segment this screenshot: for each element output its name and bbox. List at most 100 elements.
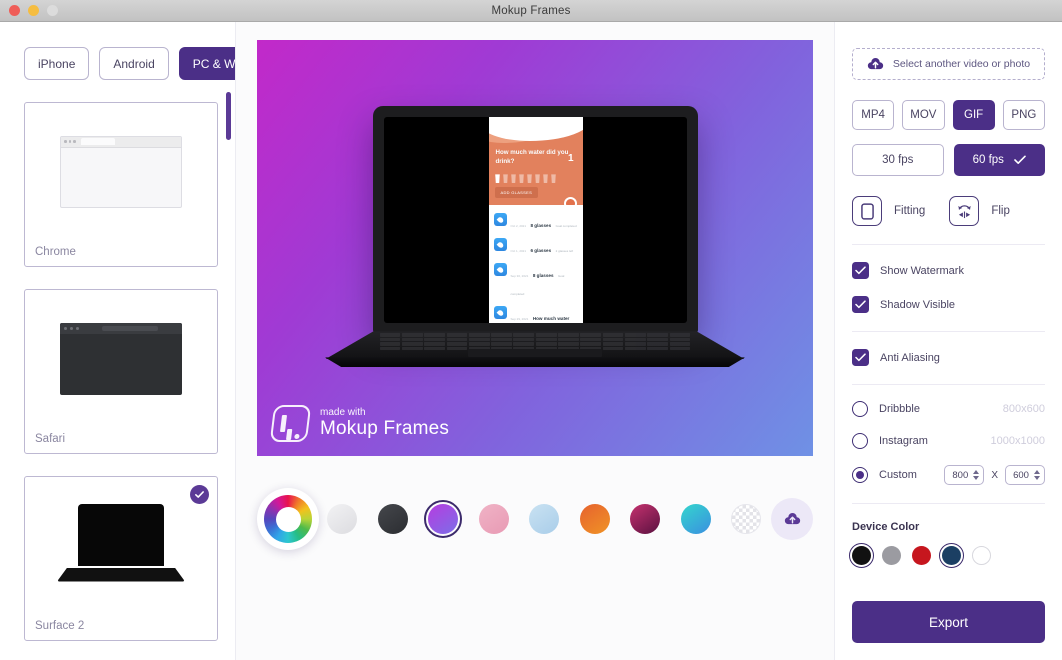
device-card-safari[interactable]: Safari bbox=[24, 289, 218, 454]
title-bar: Mokup Frames bbox=[0, 0, 1062, 22]
keyboard bbox=[379, 333, 691, 351]
device-color-silver[interactable] bbox=[882, 546, 901, 565]
checkbox-icon bbox=[852, 296, 869, 313]
list-item: Oct 1, 2021 6 glasses 2 glasses left bbox=[493, 238, 578, 257]
format-mov[interactable]: MOV bbox=[902, 100, 945, 130]
flip-button[interactable] bbox=[949, 196, 980, 226]
framerate-60[interactable]: 60 fps bbox=[953, 144, 1045, 176]
settings-panel: Select another video or photo MP4 MOV GI… bbox=[834, 22, 1062, 660]
laptop-base bbox=[325, 331, 745, 371]
device-label: Chrome bbox=[35, 246, 76, 258]
check-icon bbox=[1014, 155, 1026, 164]
swatch-maroon[interactable] bbox=[630, 504, 660, 534]
size-preset-dribbble[interactable]: Dribbble 800x600 bbox=[852, 401, 1045, 417]
tab-pc-web[interactable]: PC & Web bbox=[178, 47, 235, 80]
framerate-60-label: 60 fps bbox=[972, 154, 1004, 166]
preset-label: Dribbble bbox=[879, 403, 920, 415]
water-drop-icon bbox=[493, 238, 507, 252]
swatch-teal-blue[interactable] bbox=[680, 504, 711, 534]
select-media-dropzone[interactable]: Select another video or photo bbox=[852, 48, 1045, 80]
format-mp4[interactable]: MP4 bbox=[852, 100, 895, 130]
device-color-navy[interactable] bbox=[938, 542, 965, 569]
flip-label: Flip bbox=[991, 205, 1010, 217]
checkbox-show-watermark[interactable]: Show Watermark bbox=[852, 262, 1045, 279]
fitting-button[interactable] bbox=[852, 196, 882, 226]
list-item: Sep 29, 2021 How much water should you d… bbox=[493, 306, 578, 323]
entry-title: 6 glasses bbox=[530, 248, 552, 254]
surface-laptop-thumbnail bbox=[25, 477, 217, 614]
swatch-dark-grey[interactable] bbox=[377, 504, 408, 534]
entry-sub: Goal completed bbox=[555, 224, 577, 229]
flip-icon bbox=[957, 204, 971, 218]
app-hero: How much water did you drink? 1 ADD GLAS… bbox=[488, 117, 583, 206]
radio-icon bbox=[852, 433, 868, 449]
swatch-pink[interactable] bbox=[478, 504, 509, 534]
add-glasses-button: ADD GLASSES bbox=[494, 187, 539, 199]
device-color-red[interactable] bbox=[912, 546, 931, 565]
sidebar-scrollbar[interactable] bbox=[226, 92, 231, 140]
platform-tab-group: iPhone Android PC & Web bbox=[0, 22, 235, 80]
device-color-white[interactable] bbox=[972, 546, 991, 565]
device-list[interactable]: Chrome Safari Surface 2 bbox=[0, 102, 235, 660]
upload-background-button[interactable] bbox=[771, 498, 813, 540]
format-png[interactable]: PNG bbox=[1002, 100, 1045, 130]
entry-date: Sep 30, 2021 bbox=[510, 274, 529, 279]
entry-date: Oct 2, 2021 bbox=[510, 224, 527, 229]
framerate-30[interactable]: 30 fps bbox=[852, 144, 944, 176]
device-label: Safari bbox=[35, 433, 66, 445]
swatch-transparent[interactable] bbox=[731, 504, 761, 534]
checkbox-icon bbox=[852, 262, 869, 279]
radio-icon bbox=[852, 467, 868, 483]
chrome-window-thumbnail bbox=[25, 103, 217, 240]
entry-list: Oct 2, 2021 8 glasses Goal completed Oct… bbox=[488, 205, 583, 324]
custom-width-stepper[interactable]: 800 bbox=[944, 465, 985, 485]
divider bbox=[852, 384, 1045, 385]
glass-row bbox=[495, 174, 577, 184]
preview-area: How much water did you drink? 1 ADD GLAS… bbox=[236, 22, 834, 660]
tab-android[interactable]: Android bbox=[99, 47, 169, 80]
divider bbox=[852, 244, 1045, 245]
format-gif[interactable]: GIF bbox=[952, 100, 995, 130]
device-sidebar: iPhone Android PC & Web Chro bbox=[0, 22, 236, 660]
glass-count: 1 bbox=[567, 153, 574, 165]
list-item: Sep 30, 2021 8 glasses Goal completed bbox=[493, 263, 578, 300]
size-separator: X bbox=[991, 469, 998, 481]
divider bbox=[852, 331, 1045, 332]
checkbox-label: Show Watermark bbox=[880, 264, 964, 277]
device-color-black[interactable] bbox=[848, 542, 875, 569]
swatch-orange[interactable] bbox=[579, 504, 610, 534]
selected-check-icon bbox=[190, 485, 209, 504]
tab-iphone[interactable]: iPhone bbox=[24, 47, 90, 80]
preset-label: Custom bbox=[879, 469, 917, 481]
mockup-canvas[interactable]: How much water did you drink? 1 ADD GLAS… bbox=[257, 40, 813, 456]
entry-date: Sep 29, 2021 bbox=[510, 317, 529, 322]
device-card-surface-2[interactable]: Surface 2 bbox=[24, 476, 218, 641]
checkbox-icon bbox=[852, 349, 869, 366]
entry-date: Oct 1, 2021 bbox=[510, 249, 527, 254]
tools-row: Fitting Flip bbox=[852, 196, 1045, 226]
screen-content: How much water did you drink? 1 ADD GLAS… bbox=[488, 117, 583, 324]
color-wheel-picker[interactable] bbox=[257, 488, 319, 550]
device-card-chrome[interactable]: Chrome bbox=[24, 102, 218, 267]
size-preset-instagram[interactable]: Instagram 1000x1000 bbox=[852, 433, 1045, 449]
mokup-frames-logo-icon bbox=[269, 405, 312, 442]
app-body: iPhone Android PC & Web Chro bbox=[0, 22, 1062, 660]
custom-size-group: 800 X 600 bbox=[944, 465, 1045, 485]
dropzone-label: Select another video or photo bbox=[892, 58, 1031, 70]
app-window: Mokup Frames iPhone Android PC & Web bbox=[0, 0, 1062, 660]
fitting-label: Fitting bbox=[894, 205, 926, 217]
checkbox-anti-aliasing[interactable]: Anti Aliasing bbox=[852, 349, 1045, 366]
custom-height-stepper[interactable]: 600 bbox=[1005, 465, 1045, 485]
trackpad bbox=[467, 349, 603, 358]
swatch-light-blue[interactable] bbox=[529, 504, 559, 534]
size-preset-custom[interactable]: Custom 800 X 600 bbox=[852, 465, 1045, 485]
export-button[interactable]: Export bbox=[852, 601, 1045, 643]
checkbox-shadow-visible[interactable]: Shadow Visible bbox=[852, 296, 1045, 313]
water-drop-icon bbox=[493, 263, 507, 277]
water-drop-icon bbox=[493, 306, 507, 320]
preset-size: 1000x1000 bbox=[990, 435, 1045, 447]
list-item: Oct 2, 2021 8 glasses Goal completed bbox=[493, 213, 578, 232]
custom-height-value: 600 bbox=[1013, 469, 1029, 481]
swatch-white-grey[interactable] bbox=[327, 504, 357, 534]
swatch-purple-magenta[interactable] bbox=[423, 499, 463, 539]
